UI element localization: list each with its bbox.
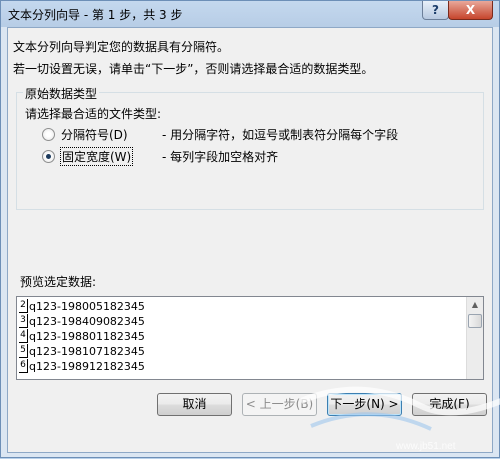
back-button[interactable]: < 上一步(B): [242, 393, 317, 416]
intro-line-1: 文本分列向导判定您的数据具有分隔符。: [13, 40, 230, 54]
close-button[interactable]: X: [448, 1, 493, 20]
radio-fixed-width[interactable]: [42, 150, 55, 163]
file-type-prompt: 请选择最合适的文件类型:: [25, 107, 162, 121]
delimited-label[interactable]: 分隔符号(D): [61, 126, 128, 143]
row-number: 3: [19, 314, 28, 328]
scroll-thumb[interactable]: [468, 314, 482, 328]
row-number: 6: [19, 359, 28, 373]
preview-row: 2 q123-198005182345: [19, 299, 145, 314]
row-number: 5: [19, 344, 28, 358]
row-text: q123-198801182345: [29, 330, 145, 343]
group-title: 原始数据类型: [23, 85, 100, 102]
row-text: q123-198912182345: [29, 360, 145, 373]
preview-scrollbar[interactable]: ▲: [466, 297, 483, 379]
intro-line-2: 若一切设置无误，请单击“下一步”，否则请选择最合适的数据类型。: [13, 62, 374, 76]
window-title: 文本分列向导 - 第 1 步，共 3 步: [8, 8, 183, 22]
row-number: 2: [19, 299, 28, 313]
row-number: 4: [19, 329, 28, 343]
row-text: q123-198107182345: [29, 345, 145, 358]
preview-row: 3 q123-198409082345: [19, 314, 145, 329]
title-bar[interactable]: 文本分列向导 - 第 1 步，共 3 步 ? X: [1, 1, 500, 27]
data-preview[interactable]: 2 q123-198005182345 3 q123-198409082345 4q…: [16, 296, 484, 380]
row-text: q123-198005182345: [29, 300, 145, 313]
wizard-window: 文本分列向导 - 第 1 步，共 3 步 ? X 文本分列向导判定您的数据具有分…: [0, 0, 500, 458]
help-button[interactable]: ?: [422, 1, 449, 20]
preview-label: 预览选定数据:: [20, 275, 97, 289]
row-text: q123-198409082345: [29, 315, 145, 328]
scroll-up-arrow-icon[interactable]: ▲: [467, 297, 483, 313]
preview-row: 4 q123-198801182345: [19, 329, 145, 344]
data-type-group: 原始数据类型 请选择最合适的文件类型: 分隔符号(D) - 用分隔字符，如逗号或…: [16, 85, 484, 210]
delimited-description: - 用分隔字符，如逗号或制表符分隔每个字段: [162, 128, 399, 142]
next-button[interactable]: 下一步(N) >: [327, 393, 402, 416]
finish-button[interactable]: 完成(F): [412, 393, 487, 416]
preview-row: 6 q123-198912182345: [19, 359, 145, 374]
fixed-width-label[interactable]: 固定宽度(W): [60, 147, 134, 166]
radio-delimited[interactable]: [42, 128, 55, 141]
preview-row: 5 q123-198107182345: [19, 344, 145, 359]
fixed-width-description: - 每列字段加空格对齐: [162, 150, 279, 164]
cancel-button[interactable]: 取消: [157, 393, 232, 416]
dialog-body: 文本分列向导判定您的数据具有分隔符。 若一切设置无误，请单击“下一步”，否则请选…: [7, 27, 493, 453]
